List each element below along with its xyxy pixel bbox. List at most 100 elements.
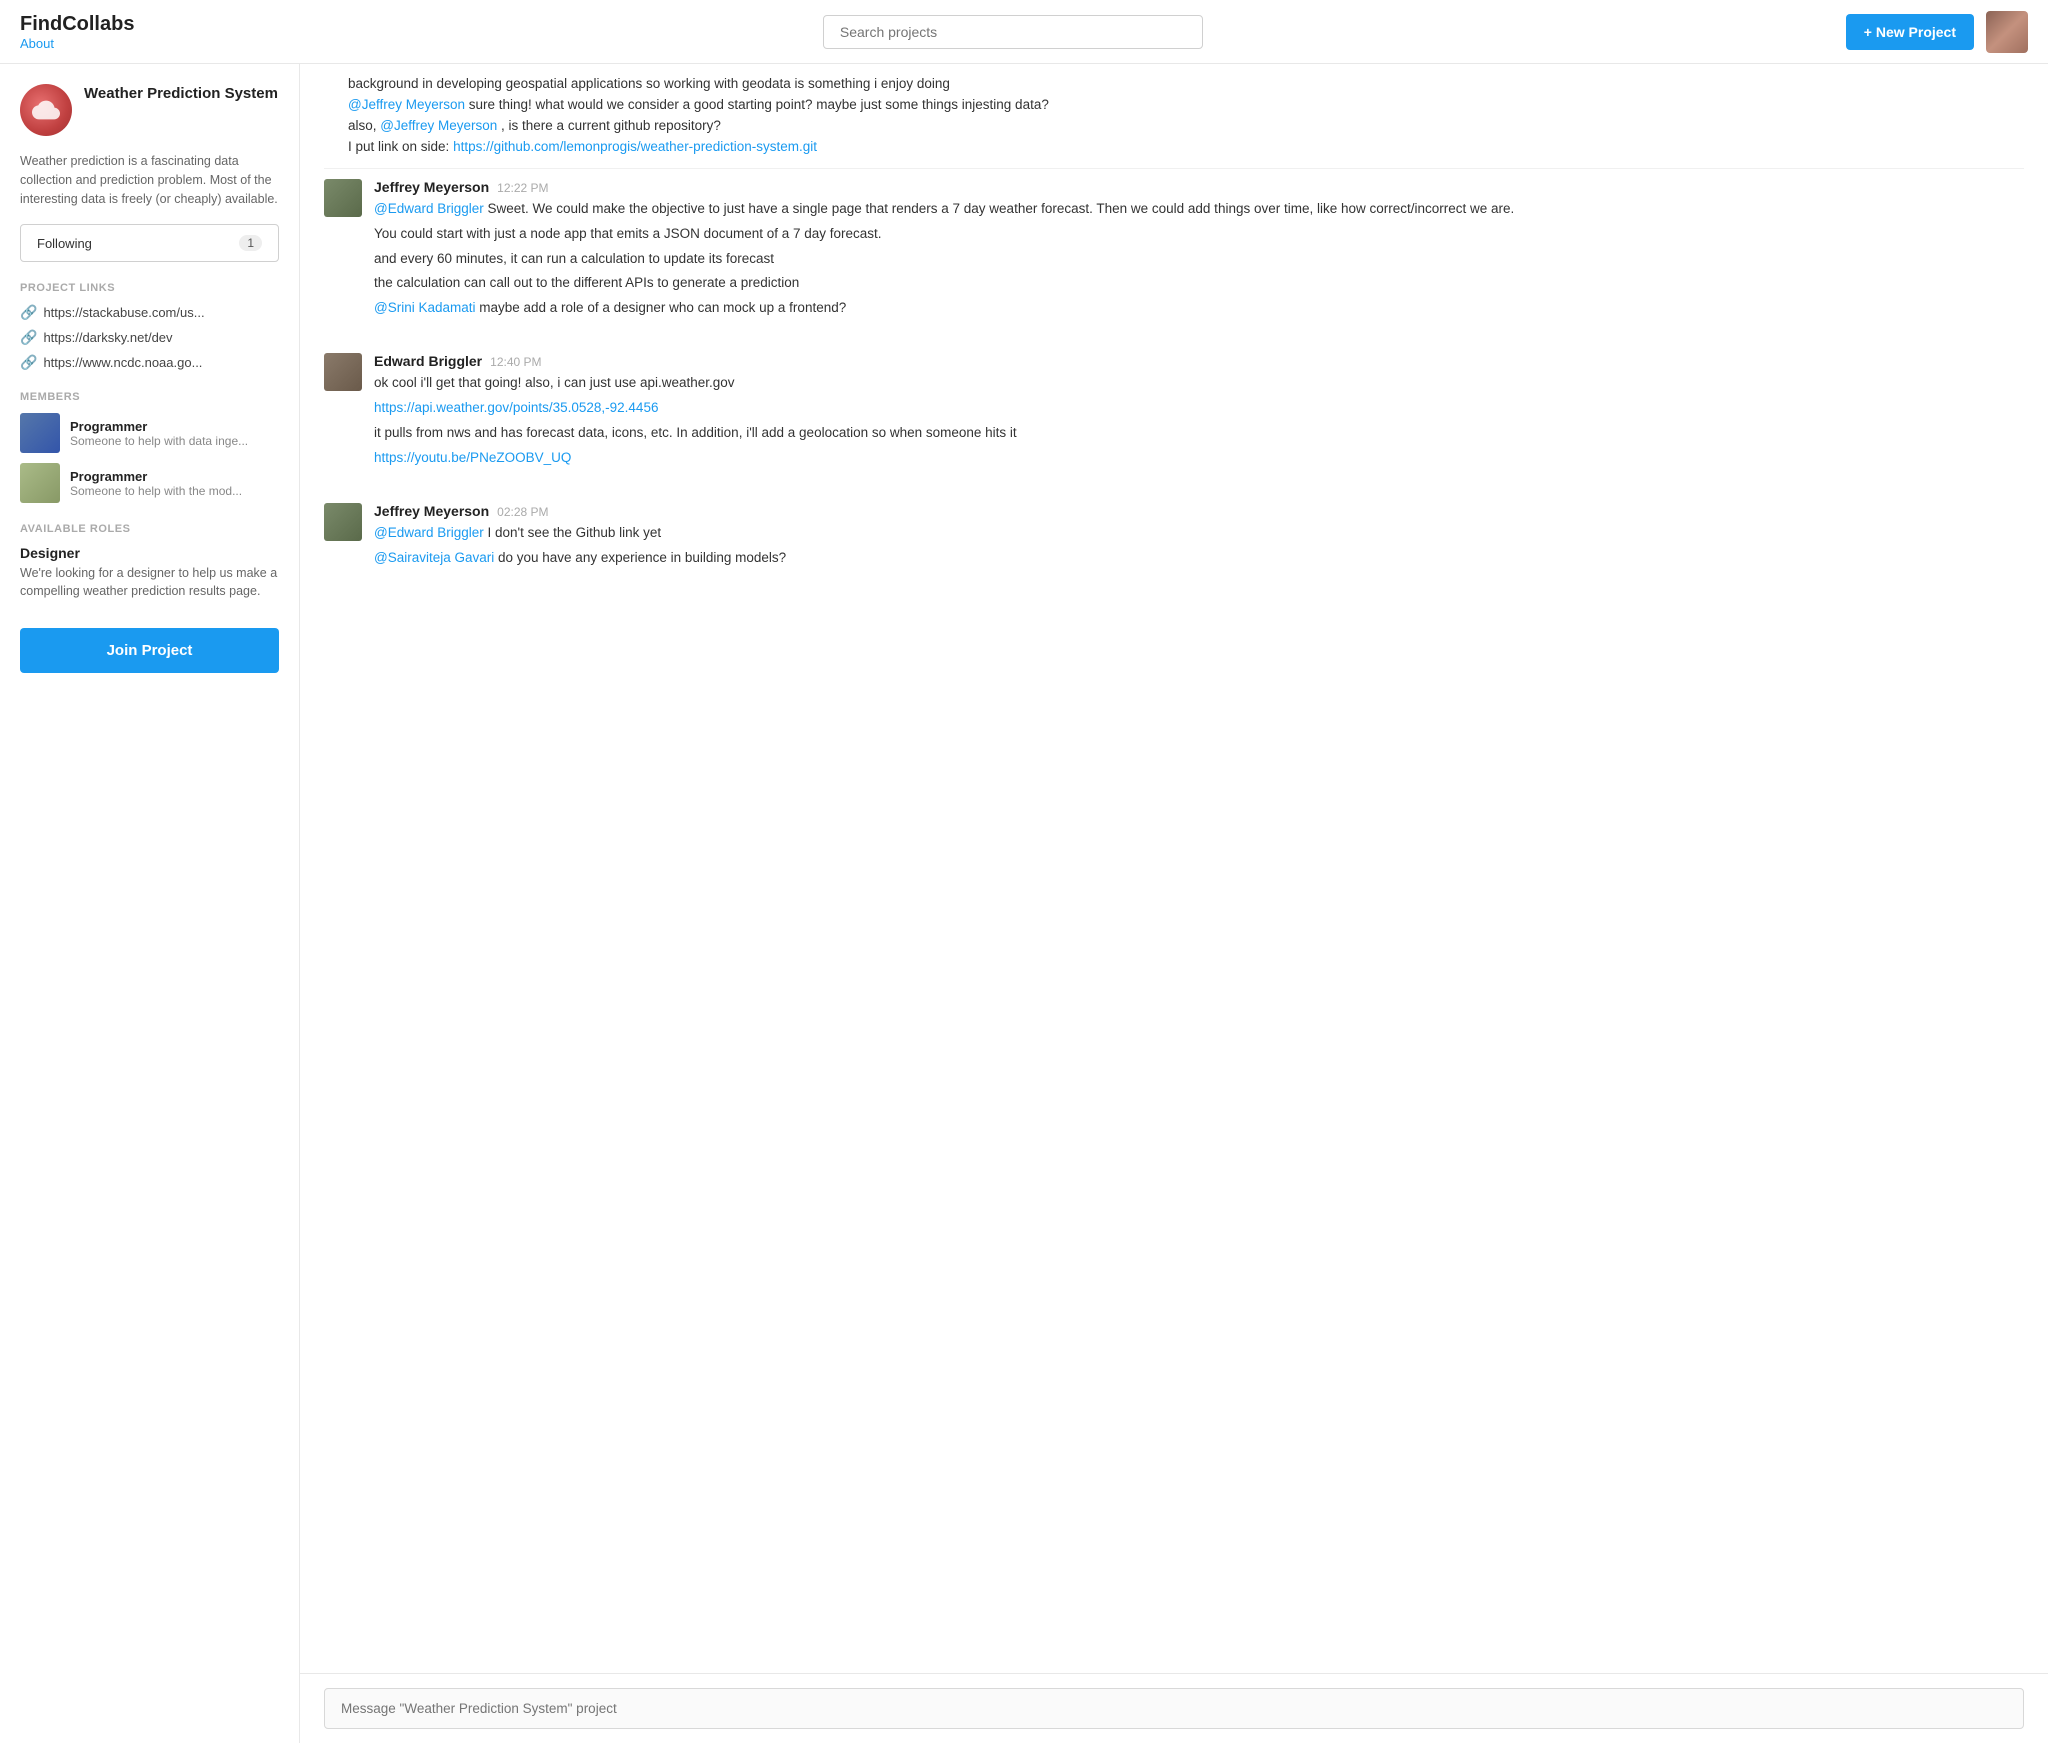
message-group-1: Jeffrey Meyerson 12:22 PM @Edward Briggl… bbox=[324, 169, 2024, 324]
msg-text-3: @Edward Briggler I don't see the Github … bbox=[374, 523, 2024, 569]
msg-body-3: Jeffrey Meyerson 02:28 PM @Edward Briggl… bbox=[374, 503, 2024, 573]
weather-link[interactable]: https://api.weather.gov/points/35.0528,-… bbox=[374, 400, 658, 415]
msg-body-2: Edward Briggler 12:40 PM ok cool i'll ge… bbox=[374, 353, 2024, 473]
following-count: 1 bbox=[239, 235, 262, 251]
brand: FindCollabs About bbox=[20, 13, 180, 51]
msg-body-1: Jeffrey Meyerson 12:22 PM @Edward Briggl… bbox=[374, 179, 2024, 324]
project-links: 🔗 https://stackabuse.com/us... 🔗 https:/… bbox=[20, 304, 279, 371]
sidebar: Weather Prediction System Weather predic… bbox=[0, 64, 300, 1743]
msg-p-2-3: it pulls from nws and has forecast data,… bbox=[374, 423, 2024, 444]
msg-time-1: 12:22 PM bbox=[497, 181, 548, 195]
app-name: FindCollabs bbox=[20, 13, 180, 36]
cloud-icon bbox=[32, 96, 60, 124]
about-link[interactable]: About bbox=[20, 36, 180, 51]
github-link[interactable]: https://github.com/lemonprogis/weather-p… bbox=[453, 139, 817, 154]
member-avatar-2 bbox=[20, 463, 60, 503]
msg-text-2: ok cool i'll get that going! also, i can… bbox=[374, 373, 2024, 469]
mention: @Sairaviteja Gavari bbox=[374, 550, 494, 565]
project-icon bbox=[20, 84, 72, 136]
msg-p-1-3: and every 60 minutes, it can run a calcu… bbox=[374, 249, 2024, 270]
member-desc-2: Someone to help with the mod... bbox=[70, 484, 242, 498]
msg-p-1-5: @Srini Kadamati maybe add a role of a de… bbox=[374, 298, 2024, 319]
msg-author-2: Edward Briggler bbox=[374, 353, 482, 369]
members-label: MEMBERS bbox=[20, 391, 279, 403]
member-role-2: Programmer bbox=[70, 469, 242, 484]
role-title-1: Designer bbox=[20, 545, 279, 561]
mention: @Jeffrey Meyerson bbox=[348, 97, 465, 112]
msg-avatar-edward-1 bbox=[324, 353, 362, 391]
project-name: Weather Prediction System bbox=[84, 84, 278, 104]
mention: @Edward Briggler bbox=[374, 525, 484, 540]
chat-area: background in developing geospatial appl… bbox=[300, 64, 2048, 1743]
msg-text-1: @Edward Briggler Sweet. We could make th… bbox=[374, 199, 2024, 320]
youtube-link[interactable]: https://youtu.be/PNeZOOBV_UQ bbox=[374, 450, 571, 465]
user-avatar[interactable] bbox=[1986, 11, 2028, 53]
partial-msg-3: also, @Jeffrey Meyerson , is there a cur… bbox=[348, 116, 2000, 137]
project-description: Weather prediction is a fascinating data… bbox=[20, 152, 279, 208]
partial-msg-1: background in developing geospatial appl… bbox=[348, 74, 2000, 95]
chat-messages: background in developing geospatial appl… bbox=[300, 64, 2048, 1673]
msg-time-3: 02:28 PM bbox=[497, 505, 548, 519]
msg-author-3: Jeffrey Meyerson bbox=[374, 503, 489, 519]
link-url-1: https://stackabuse.com/us... bbox=[43, 305, 204, 320]
members-list: Programmer Someone to help with data ing… bbox=[20, 413, 279, 503]
chat-input-area bbox=[300, 1673, 2048, 1743]
following-label: Following bbox=[37, 236, 92, 251]
project-link-2[interactable]: 🔗 https://darksky.net/dev bbox=[20, 329, 279, 346]
msg-p-2-2: https://api.weather.gov/points/35.0528,-… bbox=[374, 398, 2024, 419]
msg-header-3: Jeffrey Meyerson 02:28 PM bbox=[374, 503, 2024, 519]
partial-msg-4: I put link on side: https://github.com/l… bbox=[348, 137, 2000, 158]
project-link-3[interactable]: 🔗 https://www.ncdc.noaa.go... bbox=[20, 354, 279, 371]
avatar-image bbox=[1986, 11, 2028, 53]
message-group-2: Edward Briggler 12:40 PM ok cool i'll ge… bbox=[324, 343, 2024, 473]
link-url-3: https://www.ncdc.noaa.go... bbox=[43, 355, 202, 370]
msg-author-1: Jeffrey Meyerson bbox=[374, 179, 489, 195]
member-desc-1: Someone to help with data inge... bbox=[70, 434, 248, 448]
chat-input[interactable] bbox=[324, 1688, 2024, 1729]
msg-avatar-jeffrey-1 bbox=[324, 179, 362, 217]
project-link-1[interactable]: 🔗 https://stackabuse.com/us... bbox=[20, 304, 279, 321]
member-info-2: Programmer Someone to help with the mod.… bbox=[70, 469, 242, 498]
msg-header-1: Jeffrey Meyerson 12:22 PM bbox=[374, 179, 2024, 195]
mention: @Edward Briggler bbox=[374, 201, 484, 216]
msg-time-2: 12:40 PM bbox=[490, 355, 541, 369]
member-info-1: Programmer Someone to help with data ing… bbox=[70, 419, 248, 448]
member-item-1: Programmer Someone to help with data ing… bbox=[20, 413, 279, 453]
msg-p-1-4: the calculation can call out to the diff… bbox=[374, 273, 2024, 294]
available-roles-label: AVAILABLE ROLES bbox=[20, 523, 279, 535]
msg-header-2: Edward Briggler 12:40 PM bbox=[374, 353, 2024, 369]
member-item-2: Programmer Someone to help with the mod.… bbox=[20, 463, 279, 503]
header: FindCollabs About + New Project bbox=[0, 0, 2048, 64]
msg-p-2-4: https://youtu.be/PNeZOOBV_UQ bbox=[374, 448, 2024, 469]
following-button[interactable]: Following 1 bbox=[20, 224, 279, 262]
layout: Weather Prediction System Weather predic… bbox=[0, 64, 2048, 1743]
project-title-block: Weather Prediction System bbox=[84, 84, 278, 104]
new-project-button[interactable]: + New Project bbox=[1846, 14, 1974, 50]
search-input[interactable] bbox=[823, 15, 1203, 49]
link-url-2: https://darksky.net/dev bbox=[43, 330, 172, 345]
link-icon-1: 🔗 bbox=[20, 304, 37, 321]
search-container bbox=[200, 15, 1826, 49]
roles-section: Designer We're looking for a designer to… bbox=[20, 545, 279, 600]
header-actions: + New Project bbox=[1846, 11, 2028, 53]
project-header: Weather Prediction System bbox=[20, 84, 279, 136]
mention: @Jeffrey Meyerson bbox=[380, 118, 497, 133]
msg-p-3-2: @Sairaviteja Gavari do you have any expe… bbox=[374, 548, 2024, 569]
project-icon-inner bbox=[20, 84, 72, 136]
message-group-3: Jeffrey Meyerson 02:28 PM @Edward Briggl… bbox=[324, 493, 2024, 573]
msg-p-1-1: @Edward Briggler Sweet. We could make th… bbox=[374, 199, 2024, 220]
role-item-1: Designer We're looking for a designer to… bbox=[20, 545, 279, 600]
partial-messages: background in developing geospatial appl… bbox=[324, 74, 2024, 169]
msg-avatar-jeffrey-3 bbox=[324, 503, 362, 541]
member-avatar-1 bbox=[20, 413, 60, 453]
mention: @Srini Kadamati bbox=[374, 300, 476, 315]
project-links-label: PROJECT LINKS bbox=[20, 282, 279, 294]
partial-msg-2: @Jeffrey Meyerson sure thing! what would… bbox=[348, 95, 2000, 116]
msg-p-3-1: @Edward Briggler I don't see the Github … bbox=[374, 523, 2024, 544]
member-role-1: Programmer bbox=[70, 419, 248, 434]
role-desc-1: We're looking for a designer to help us … bbox=[20, 565, 279, 600]
link-icon-2: 🔗 bbox=[20, 329, 37, 346]
msg-p-1-2: You could start with just a node app tha… bbox=[374, 224, 2024, 245]
msg-p-2-1: ok cool i'll get that going! also, i can… bbox=[374, 373, 2024, 394]
join-project-button[interactable]: Join Project bbox=[20, 628, 279, 673]
